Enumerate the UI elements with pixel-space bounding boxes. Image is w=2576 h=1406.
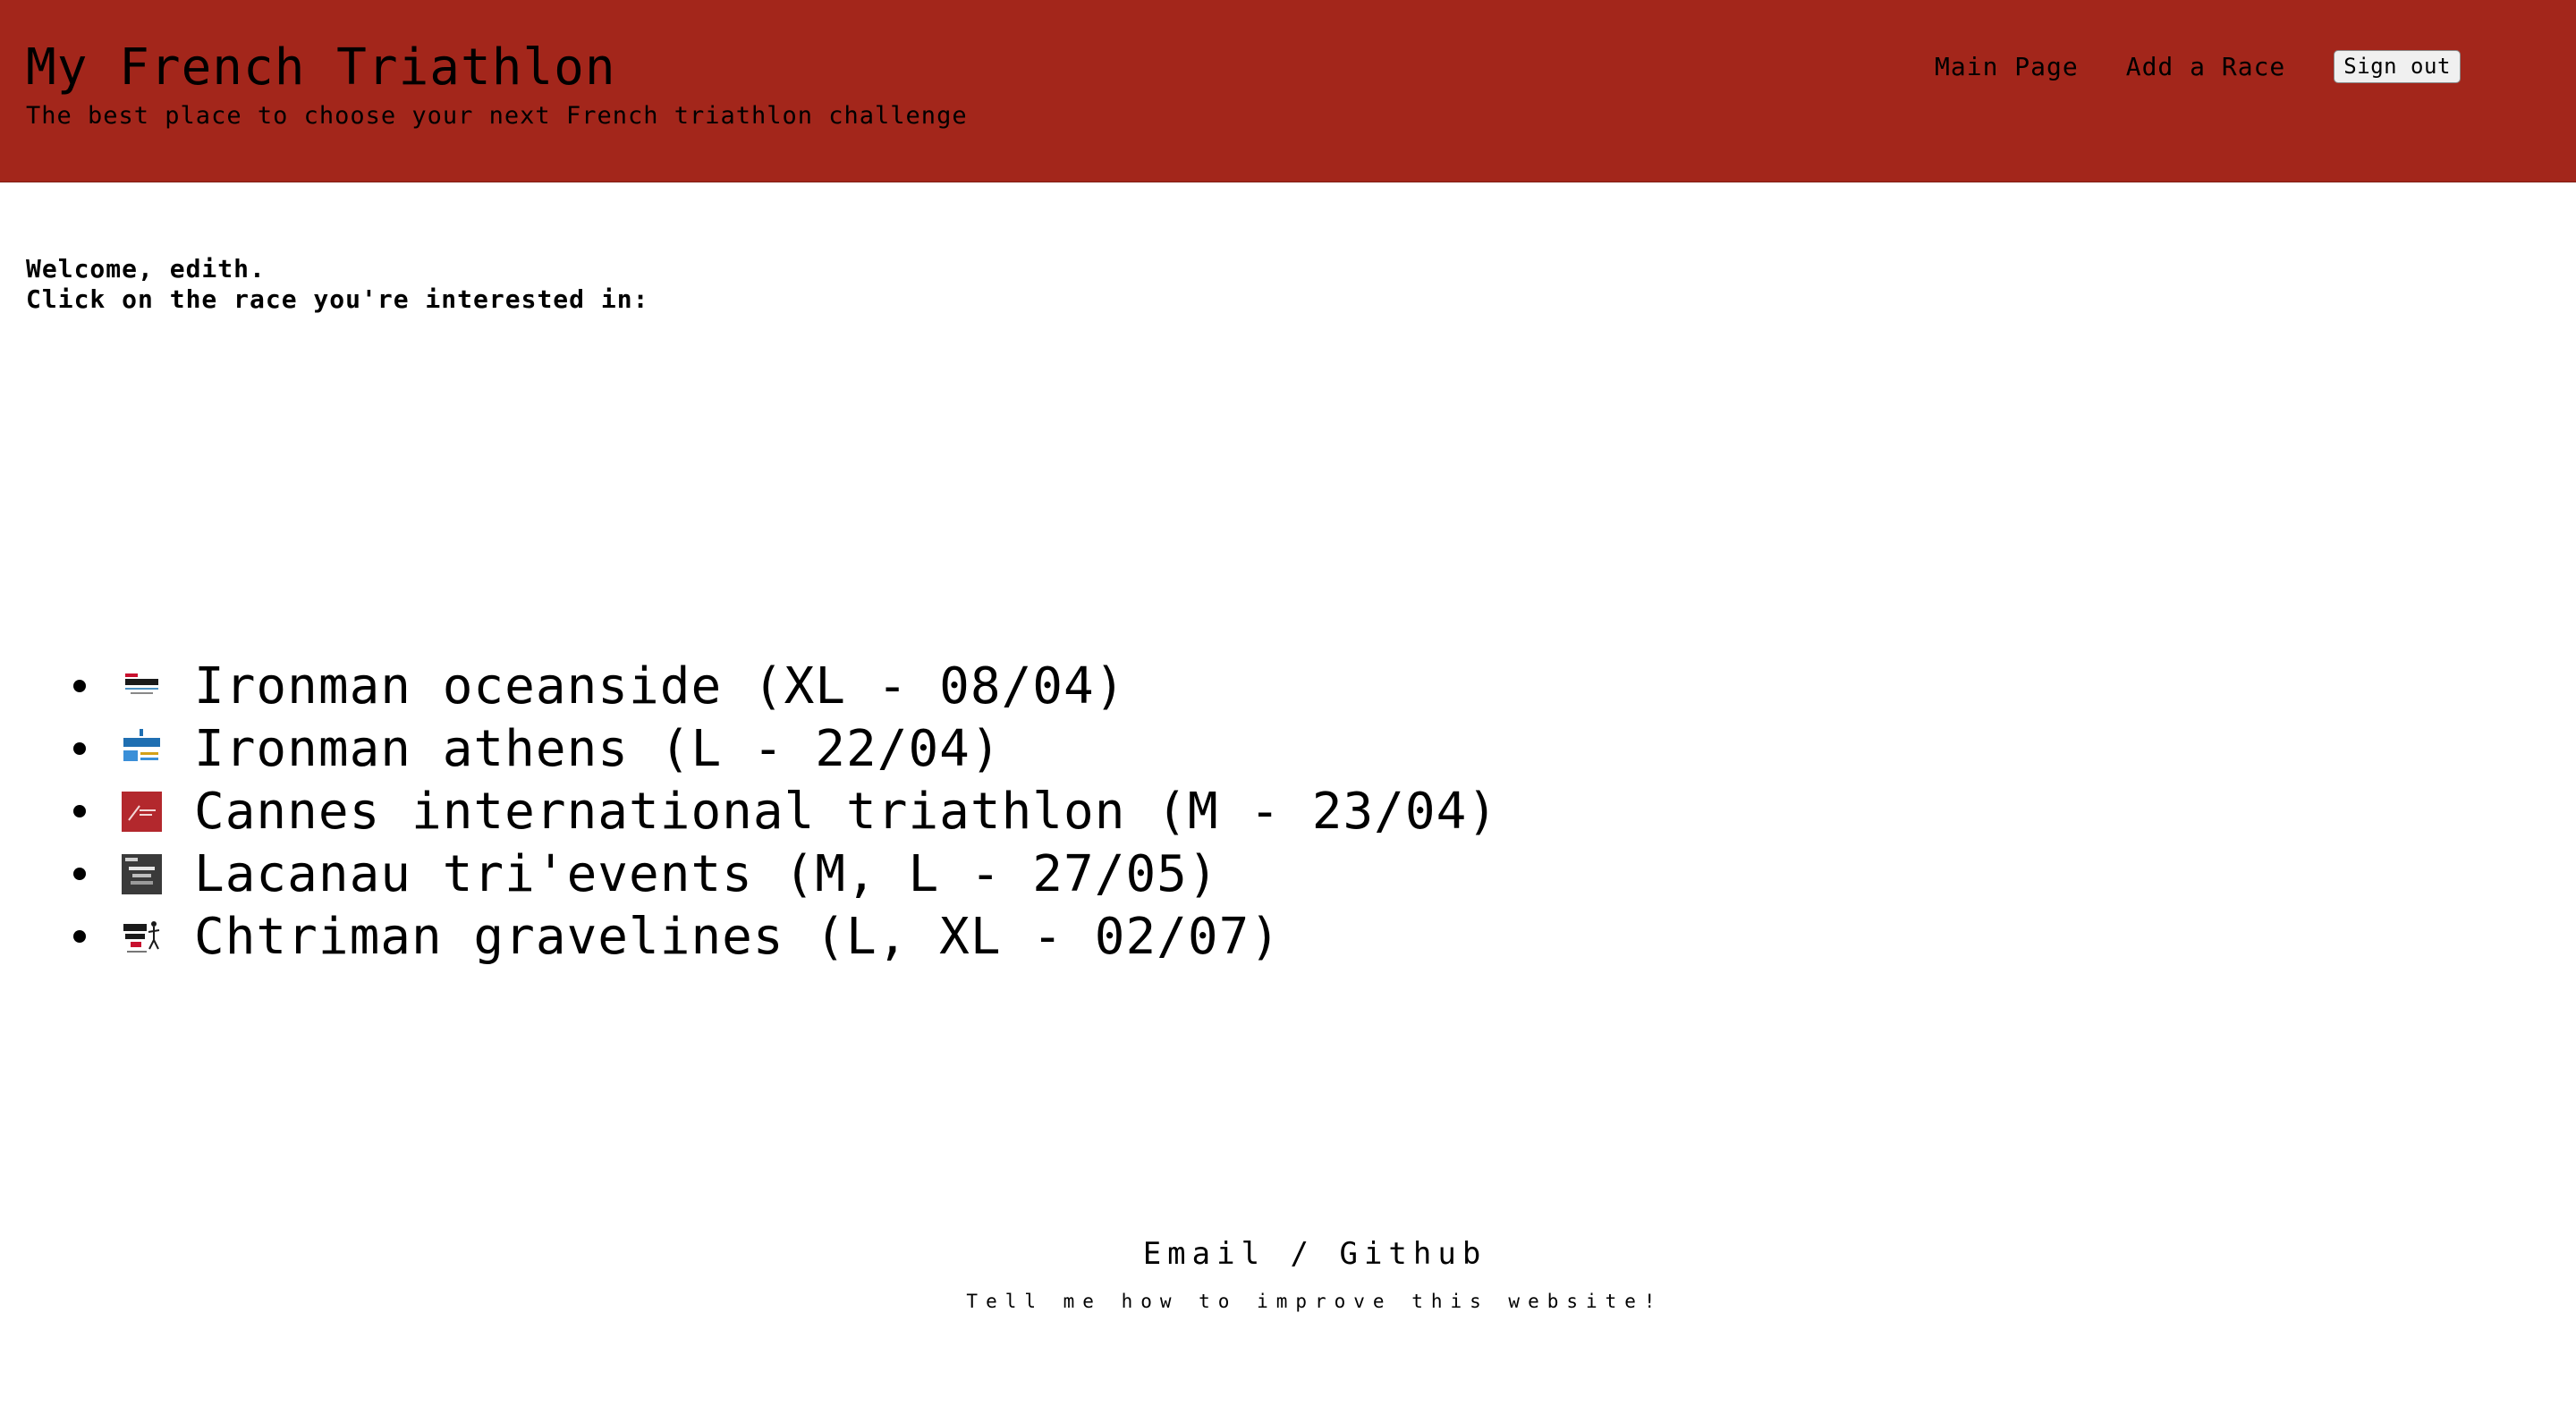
top-nav: Main Page Add a Race Sign out — [1935, 50, 2461, 83]
bullet-icon — [73, 930, 86, 943]
footer-links: Email / Github — [0, 1239, 2576, 1269]
race-link-ironman-oceanside[interactable]: Ironman oceanside (XL - 08/04) — [194, 657, 1125, 716]
race-link-chtriman-gravelines[interactable]: Chtriman gravelines (L, XL - 02/07) — [194, 908, 1281, 966]
bullet-icon — [73, 742, 86, 755]
site-header: My French Triathlon The best place to ch… — [0, 0, 2576, 182]
cannes-triathlon-logo[interactable] — [122, 791, 162, 832]
race-list: Ironman oceanside (XL - 08/04) Ironman a… — [26, 655, 1498, 968]
nav-add-race-link[interactable]: Add a Race — [2126, 52, 2286, 81]
site-subtitle: The best place to choose your next Frenc… — [26, 102, 968, 130]
race-link-cannes-triathlon[interactable]: Cannes international triathlon (M - 23/0… — [194, 783, 1498, 841]
ironman-athens-logo[interactable] — [122, 728, 162, 769]
lacanau-trievents-logo[interactable] — [122, 853, 162, 894]
footer-note: Tell me how to improve this website! — [966, 1291, 1664, 1312]
race-list-item: Lacanau tri'events (M, L - 27/05) — [26, 843, 1498, 905]
race-list-item: Chtriman gravelines (L, XL - 02/07) — [26, 905, 1498, 968]
site-footer: Email / Github Tell me how to improve th… — [0, 1239, 2576, 1312]
bullet-icon — [73, 868, 86, 880]
race-link-ironman-athens[interactable]: Ironman athens (L - 22/04) — [194, 720, 1002, 778]
welcome-message: Welcome, edith. — [26, 254, 266, 284]
race-list-item: Cannes international triathlon (M - 23/0… — [26, 780, 1498, 843]
bullet-icon — [73, 805, 86, 817]
email-link[interactable]: Email — [1143, 1236, 1266, 1272]
race-list-item: Ironman oceanside (XL - 08/04) — [26, 655, 1498, 717]
main-content: Welcome, edith. Click on the race you're… — [26, 254, 1497, 966]
github-link[interactable]: Github — [1339, 1236, 1487, 1272]
ironman-oceanside-logo[interactable] — [122, 665, 162, 707]
race-instruction: Click on the race you're interested in: — [26, 284, 649, 314]
race-list-item: Ironman athens (L - 22/04) — [26, 717, 1498, 780]
footer-separator: / — [1266, 1236, 1340, 1272]
nav-main-page-link[interactable]: Main Page — [1935, 52, 2079, 81]
chtriman-gravelines-logo[interactable] — [122, 916, 162, 957]
sign-out-button[interactable]: Sign out — [2334, 50, 2461, 83]
race-link-lacanau-trievents[interactable]: Lacanau tri'events (M, L - 27/05) — [194, 845, 1219, 903]
site-title: My French Triathlon — [26, 38, 616, 97]
bullet-icon — [73, 680, 86, 692]
